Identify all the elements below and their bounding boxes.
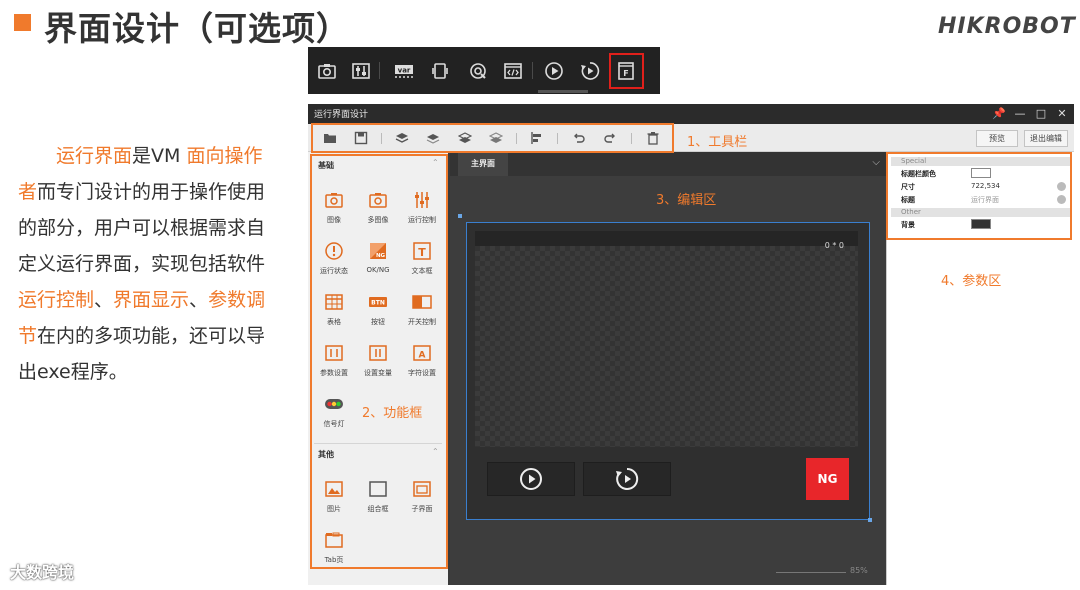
exit-edit-button[interactable]: 退出编辑 bbox=[1024, 130, 1068, 147]
resize-handle[interactable] bbox=[458, 214, 462, 218]
image-display-header: 0 * 0 bbox=[475, 231, 858, 250]
camera-icon[interactable] bbox=[311, 47, 342, 94]
brand-logo: HIKROBOT bbox=[938, 14, 1076, 39]
desc-text: 、 bbox=[189, 289, 209, 311]
highlight-frame bbox=[609, 53, 644, 89]
var-icon[interactable]: var bbox=[388, 47, 419, 94]
desc-text: 而专门设计的用于操作使用的部分，用户可以根据需求自定义运行界面，实现包括软件 bbox=[18, 181, 266, 275]
window-titlebar: 运行界面设计 📌 — □ ✕ bbox=[308, 104, 1074, 124]
toolbar-annotation-box bbox=[311, 123, 674, 153]
strip-separator bbox=[532, 62, 533, 79]
param-area-annotation-label: 4、参数区 bbox=[941, 274, 1002, 289]
tab-main-interface[interactable]: 主界面 bbox=[458, 152, 508, 176]
ng-indicator: NG bbox=[806, 458, 849, 500]
canvas-tab-bar: 主界面 ⌵ bbox=[450, 152, 886, 176]
code-icon[interactable] bbox=[497, 47, 528, 94]
function-box-annotation-label: 2、功能框 bbox=[362, 406, 423, 421]
pin-icon[interactable]: 📌 bbox=[992, 106, 1006, 122]
zoom-level: 85% bbox=[850, 566, 868, 575]
play-circle-icon bbox=[520, 468, 542, 490]
edit-area-annotation-label: 3、编辑区 bbox=[656, 193, 717, 208]
strip-scroll-indicator bbox=[538, 90, 588, 93]
desc-highlight: 运行界面 bbox=[56, 145, 133, 167]
desc-text: 是VM bbox=[132, 145, 187, 167]
image-display-area[interactable] bbox=[475, 231, 858, 447]
param-area-annotation-box bbox=[886, 152, 1072, 240]
adjust-sliders-icon[interactable] bbox=[345, 47, 376, 94]
maximize-icon[interactable]: □ bbox=[1034, 106, 1048, 122]
preview-button[interactable]: 预览 bbox=[976, 130, 1018, 147]
continuous-run-button[interactable] bbox=[583, 462, 671, 496]
minimize-icon[interactable]: — bbox=[1013, 106, 1027, 122]
chevron-down-icon[interactable]: ⌵ bbox=[872, 157, 880, 168]
close-icon[interactable]: ✕ bbox=[1055, 106, 1069, 122]
coordinate-readout: 0 * 0 bbox=[824, 241, 844, 250]
title-bullet bbox=[14, 14, 31, 31]
zoom-slider[interactable] bbox=[776, 572, 846, 573]
resize-handle[interactable] bbox=[868, 518, 872, 522]
toolbar-annotation-label: 1、工具栏 bbox=[687, 135, 748, 150]
edit-canvas[interactable]: 主界面 ⌵ 0 * 0 NG 85% bbox=[450, 152, 886, 585]
var-icon-text: var bbox=[397, 66, 410, 74]
description-text: 运行界面是VM 面向操作者而专门设计的用于操作使用的部分，用户可以根据需求自定义… bbox=[18, 138, 280, 390]
run-once-icon[interactable] bbox=[574, 47, 605, 94]
desc-text: 在内的多项功能，还可以导出exe程序。 bbox=[18, 325, 266, 383]
desc-highlight: 运行控制 bbox=[18, 289, 95, 311]
run-button[interactable] bbox=[487, 462, 575, 496]
play-circle-icon[interactable] bbox=[538, 47, 569, 94]
target-icon[interactable] bbox=[462, 47, 493, 94]
window-title: 运行界面设计 bbox=[314, 110, 369, 120]
vm-icon-strip: var F bbox=[308, 47, 660, 94]
device-icon[interactable] bbox=[424, 47, 455, 94]
continuous-run-icon bbox=[616, 467, 639, 490]
design-frame[interactable]: 0 * 0 NG bbox=[466, 222, 870, 520]
slide-title: 界面设计（可选项） bbox=[44, 9, 350, 48]
strip-separator bbox=[379, 62, 380, 79]
function-box-annotation-box bbox=[310, 154, 448, 569]
desc-text: 、 bbox=[94, 289, 114, 311]
desc-highlight: 界面显示 bbox=[113, 289, 190, 311]
watermark: 大数跨境 bbox=[10, 563, 75, 582]
